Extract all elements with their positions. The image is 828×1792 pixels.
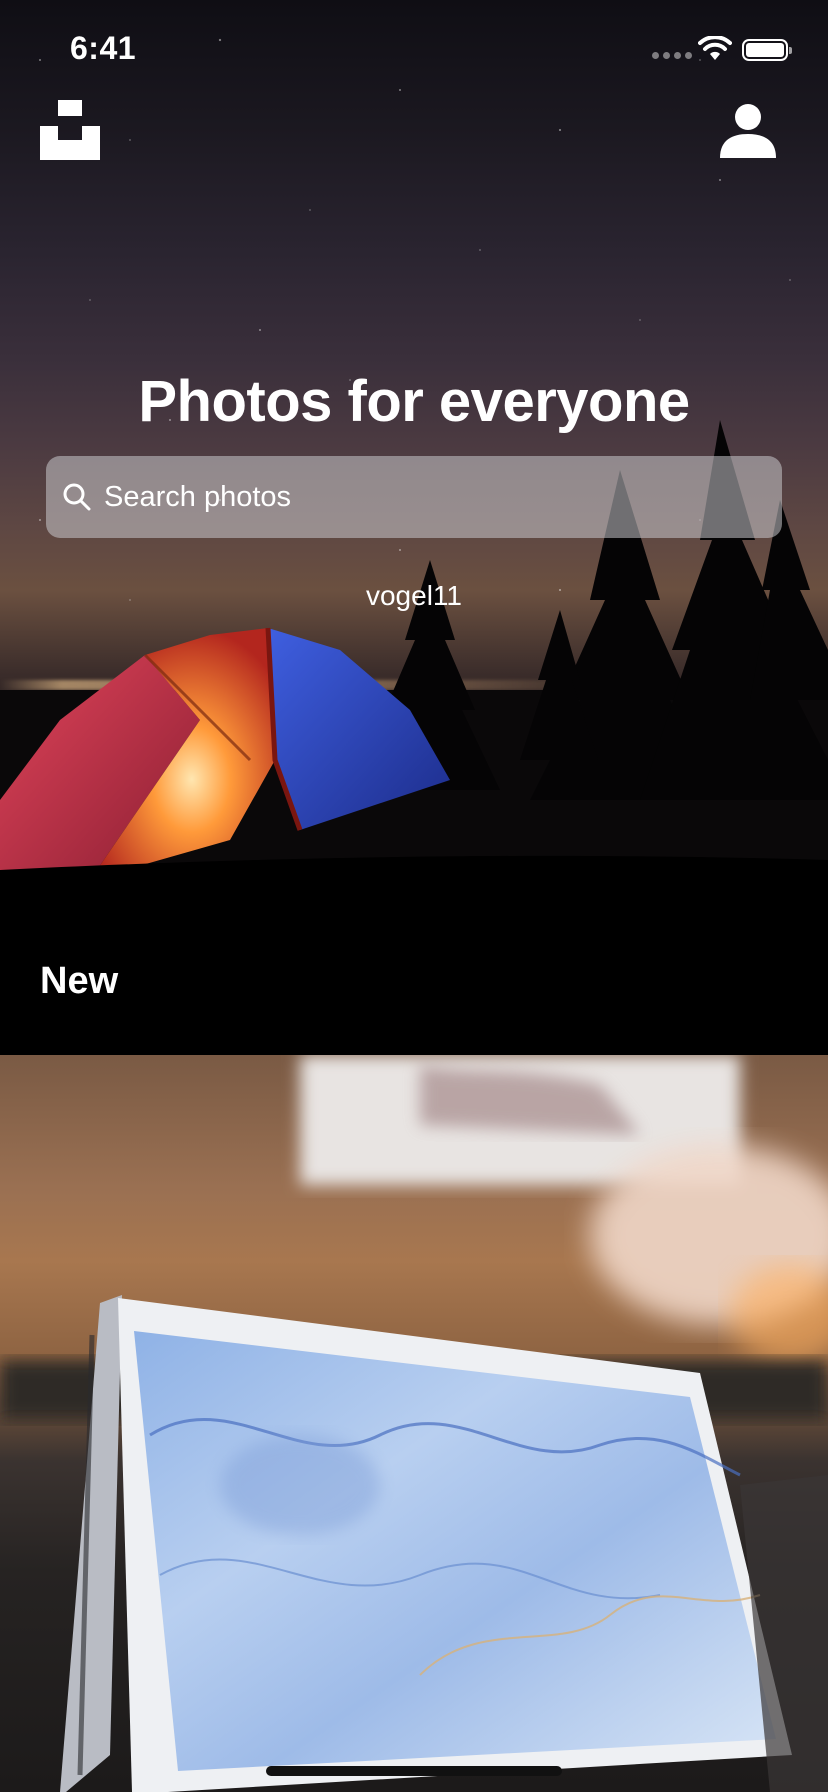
search-placeholder: Search photos bbox=[104, 480, 292, 513]
hero-title: Photos for everyone bbox=[138, 369, 690, 434]
wifi-icon bbox=[698, 36, 732, 60]
battery-icon bbox=[742, 39, 792, 61]
home-indicator[interactable] bbox=[266, 1766, 562, 1776]
status-bar: 6:41 bbox=[0, 0, 828, 100]
hero-featured-photo[interactable]: 6:41 Photos for everyone Search photos v… bbox=[0, 0, 828, 1055]
search-icon bbox=[63, 483, 91, 511]
cellular-signal-icon bbox=[652, 52, 692, 59]
section-title-new: New bbox=[40, 960, 119, 1002]
laptop-photo-image bbox=[0, 1055, 828, 1792]
search-input[interactable]: Search photos bbox=[46, 456, 782, 538]
user-profile-icon[interactable] bbox=[718, 100, 778, 160]
photo-card-laptop[interactable] bbox=[0, 1055, 828, 1792]
photo-credit-link[interactable]: vogel11 bbox=[0, 580, 828, 612]
status-time: 6:41 bbox=[70, 30, 137, 66]
unsplash-logo-icon[interactable] bbox=[40, 100, 100, 160]
